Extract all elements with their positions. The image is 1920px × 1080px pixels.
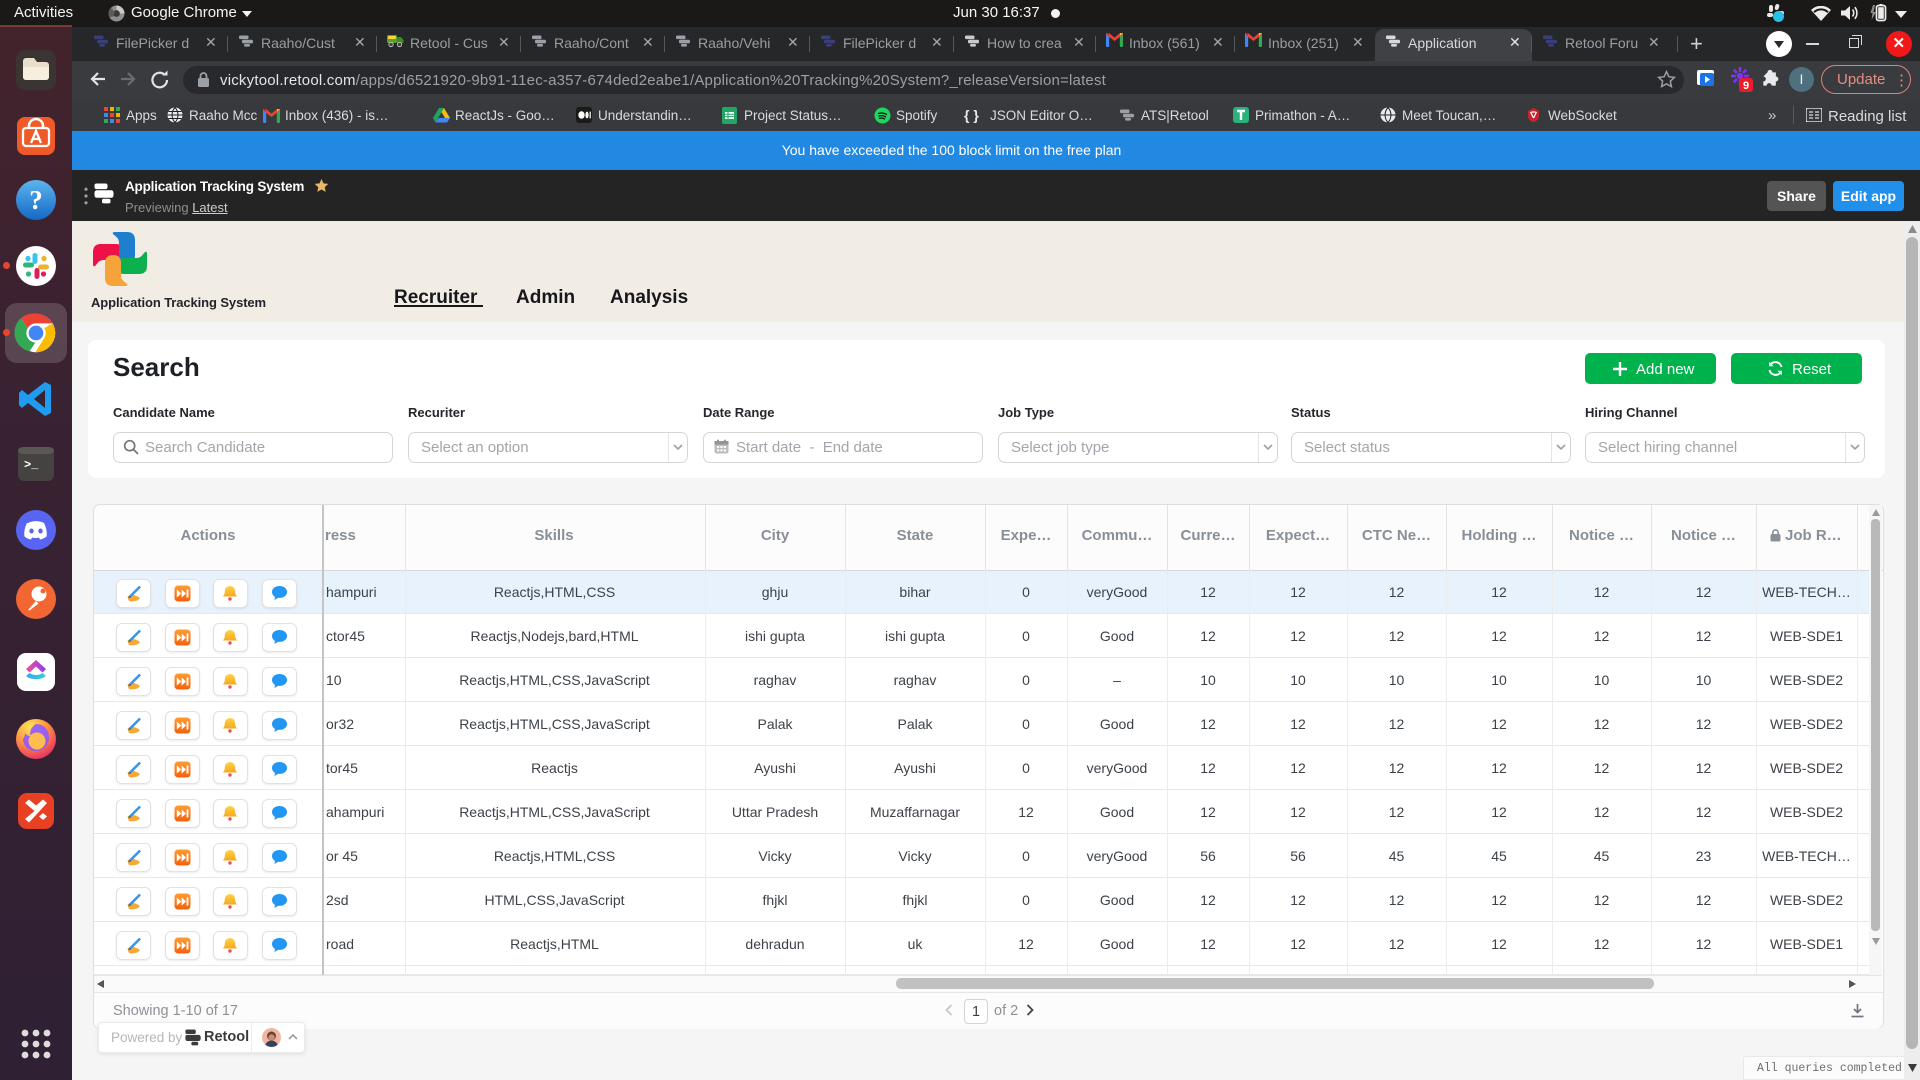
svg-text:?: ? xyxy=(29,185,43,215)
svg-text:>_: >_ xyxy=(24,458,39,472)
svg-text:9: 9 xyxy=(1743,80,1749,92)
